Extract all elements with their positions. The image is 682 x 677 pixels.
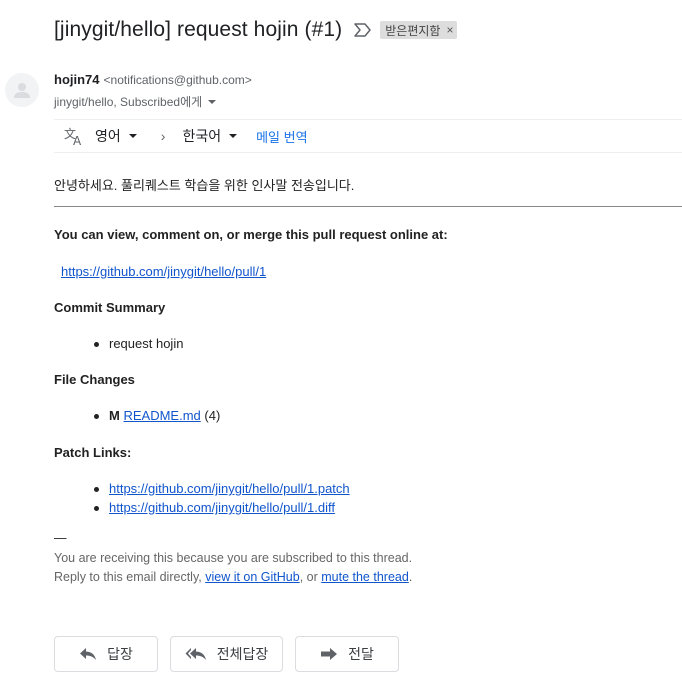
file-change-status: M <box>109 408 120 423</box>
recipient-text: jinygit/hello, Subscribed에게 <box>54 95 203 109</box>
reply-button[interactable]: 답장 <box>54 636 158 672</box>
patch-link[interactable]: https://github.com/jinygit/hello/pull/1.… <box>109 481 350 496</box>
translate-icon: 文 A <box>64 126 86 146</box>
inbox-label-text: 받은편지함 <box>385 23 441 38</box>
file-change-item: M README.md (4) <box>90 406 220 425</box>
reply-prefix: Reply to this email directly, <box>54 570 206 584</box>
person-icon <box>14 83 30 98</box>
reply-all-button[interactable]: 전체답장 <box>170 636 283 672</box>
pr-url-line: https://github.com/jinygit/hello/pull/1 <box>61 264 266 279</box>
commit-summary-heading: Commit Summary <box>54 300 166 315</box>
target-language-chevron-down-icon <box>229 134 238 138</box>
file-change-list: M README.md (4) <box>90 406 220 425</box>
source-language-select[interactable]: 영어 <box>95 126 137 146</box>
period-text: . <box>408 570 413 584</box>
show-details-chevron-down-icon[interactable] <box>208 99 217 104</box>
reply-notice: Reply to this email directly, view it on… <box>54 570 412 584</box>
svg-text:A: A <box>73 134 82 146</box>
patch-links-heading: Patch Links: <box>54 445 132 460</box>
reply-all-label: 전체답장 <box>216 646 269 662</box>
translate-bar: 文 A 영어 › 한국어 메일 번역 <box>54 119 682 153</box>
file-changes-heading: File Changes <box>54 372 135 387</box>
commit-item: request hojin <box>90 334 183 353</box>
commit-list: request hojin <box>90 334 183 353</box>
file-change-count: (4) <box>204 408 221 423</box>
forward-button[interactable]: 전달 <box>295 636 399 672</box>
inbox-label-chip: 받은편지함 × <box>380 21 458 39</box>
importance-marker-icon[interactable] <box>354 21 372 39</box>
sender-avatar <box>5 73 39 107</box>
source-language-chevron-down-icon <box>128 134 137 138</box>
recipient-line: jinygit/hello, Subscribed에게 <box>54 93 217 110</box>
forward-icon <box>321 648 338 660</box>
sender-email: <notifications@github.com> <box>103 73 252 87</box>
sender-name[interactable]: hojin74 <box>54 72 100 87</box>
translate-message-link[interactable]: 메일 번역 <box>256 127 307 146</box>
reply-icon <box>80 648 97 660</box>
signature-dash: — <box>54 531 67 545</box>
email-subject: [jinygit/hello] request hojin (#1) <box>54 18 343 41</box>
pr-url-link[interactable]: https://github.com/jinygit/hello/pull/1 <box>61 264 266 279</box>
source-language-label: 영어 <box>95 128 121 144</box>
target-language-label: 한국어 <box>182 128 222 144</box>
patch-link-item: https://github.com/jinygit/hello/pull/1.… <box>90 479 350 498</box>
target-language-select[interactable]: 한국어 <box>182 126 238 146</box>
readme-file-link[interactable]: README.md <box>123 408 200 423</box>
email-subject-row: [jinygit/hello] request hojin (#1) 받은편지함… <box>54 14 458 46</box>
greeting-text: 안녕하세요. 풀리퀘스트 학습을 위한 인사말 전송입니다. <box>54 178 355 193</box>
language-arrow-icon: › <box>160 128 166 144</box>
reply-all-icon <box>185 648 206 660</box>
view-on-github-link[interactable]: view it on GitHub <box>205 570 299 584</box>
sender-line: hojin74 <notifications@github.com> <box>54 72 252 87</box>
mute-thread-link[interactable]: mute the thread <box>321 570 409 584</box>
remove-label-button[interactable]: × <box>446 23 453 37</box>
forward-label: 전달 <box>348 646 374 662</box>
receiving-notice: You are receiving this because you are s… <box>54 551 413 565</box>
patch-link-list: https://github.com/jinygit/hello/pull/1.… <box>90 479 350 517</box>
reply-label: 답장 <box>107 646 133 662</box>
diff-link-item: https://github.com/jinygit/hello/pull/1.… <box>90 498 350 517</box>
or-text: , or <box>299 570 322 584</box>
message-divider <box>54 206 682 207</box>
diff-link[interactable]: https://github.com/jinygit/hello/pull/1.… <box>109 500 335 515</box>
view-pr-heading: You can view, comment on, or merge this … <box>54 227 448 242</box>
